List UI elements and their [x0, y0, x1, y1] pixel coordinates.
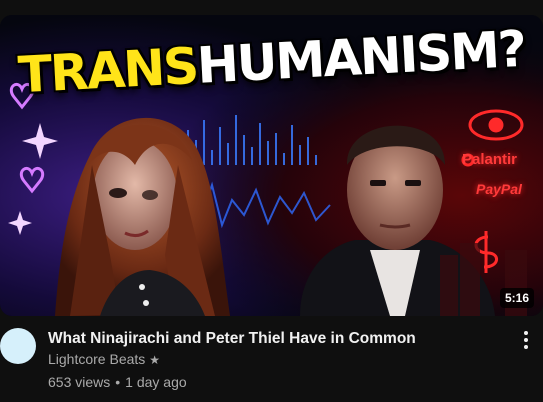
- more-vertical-icon[interactable]: [514, 327, 538, 353]
- channel-avatar[interactable]: [0, 328, 36, 364]
- duration-badge: 5:16: [499, 288, 534, 308]
- paypal-label: PayPal: [476, 181, 522, 197]
- verified-icon: ★: [149, 353, 161, 367]
- menu-dot: [524, 331, 528, 335]
- channel-name[interactable]: Lightcore Beats: [48, 351, 145, 367]
- channel-name-row[interactable]: Lightcore Beats ★: [48, 351, 160, 367]
- video-meta: 653 views • 1 day ago: [48, 374, 187, 390]
- menu-dot: [524, 345, 528, 349]
- video-card: TRANSHUMANISM? Palantir PayPal 5:16 What…: [0, 0, 543, 402]
- video-title[interactable]: What Ninajirachi and Peter Thiel Have in…: [48, 329, 488, 349]
- meta-separator: •: [115, 374, 121, 390]
- view-count: 653 views: [48, 374, 111, 390]
- headline-part1: TRANS: [16, 36, 199, 105]
- menu-dot: [524, 338, 528, 342]
- upload-age: 1 day ago: [125, 374, 187, 390]
- palantir-label: Palantir: [462, 151, 518, 168]
- video-thumbnail[interactable]: TRANSHUMANISM? Palantir PayPal 5:16: [0, 15, 543, 316]
